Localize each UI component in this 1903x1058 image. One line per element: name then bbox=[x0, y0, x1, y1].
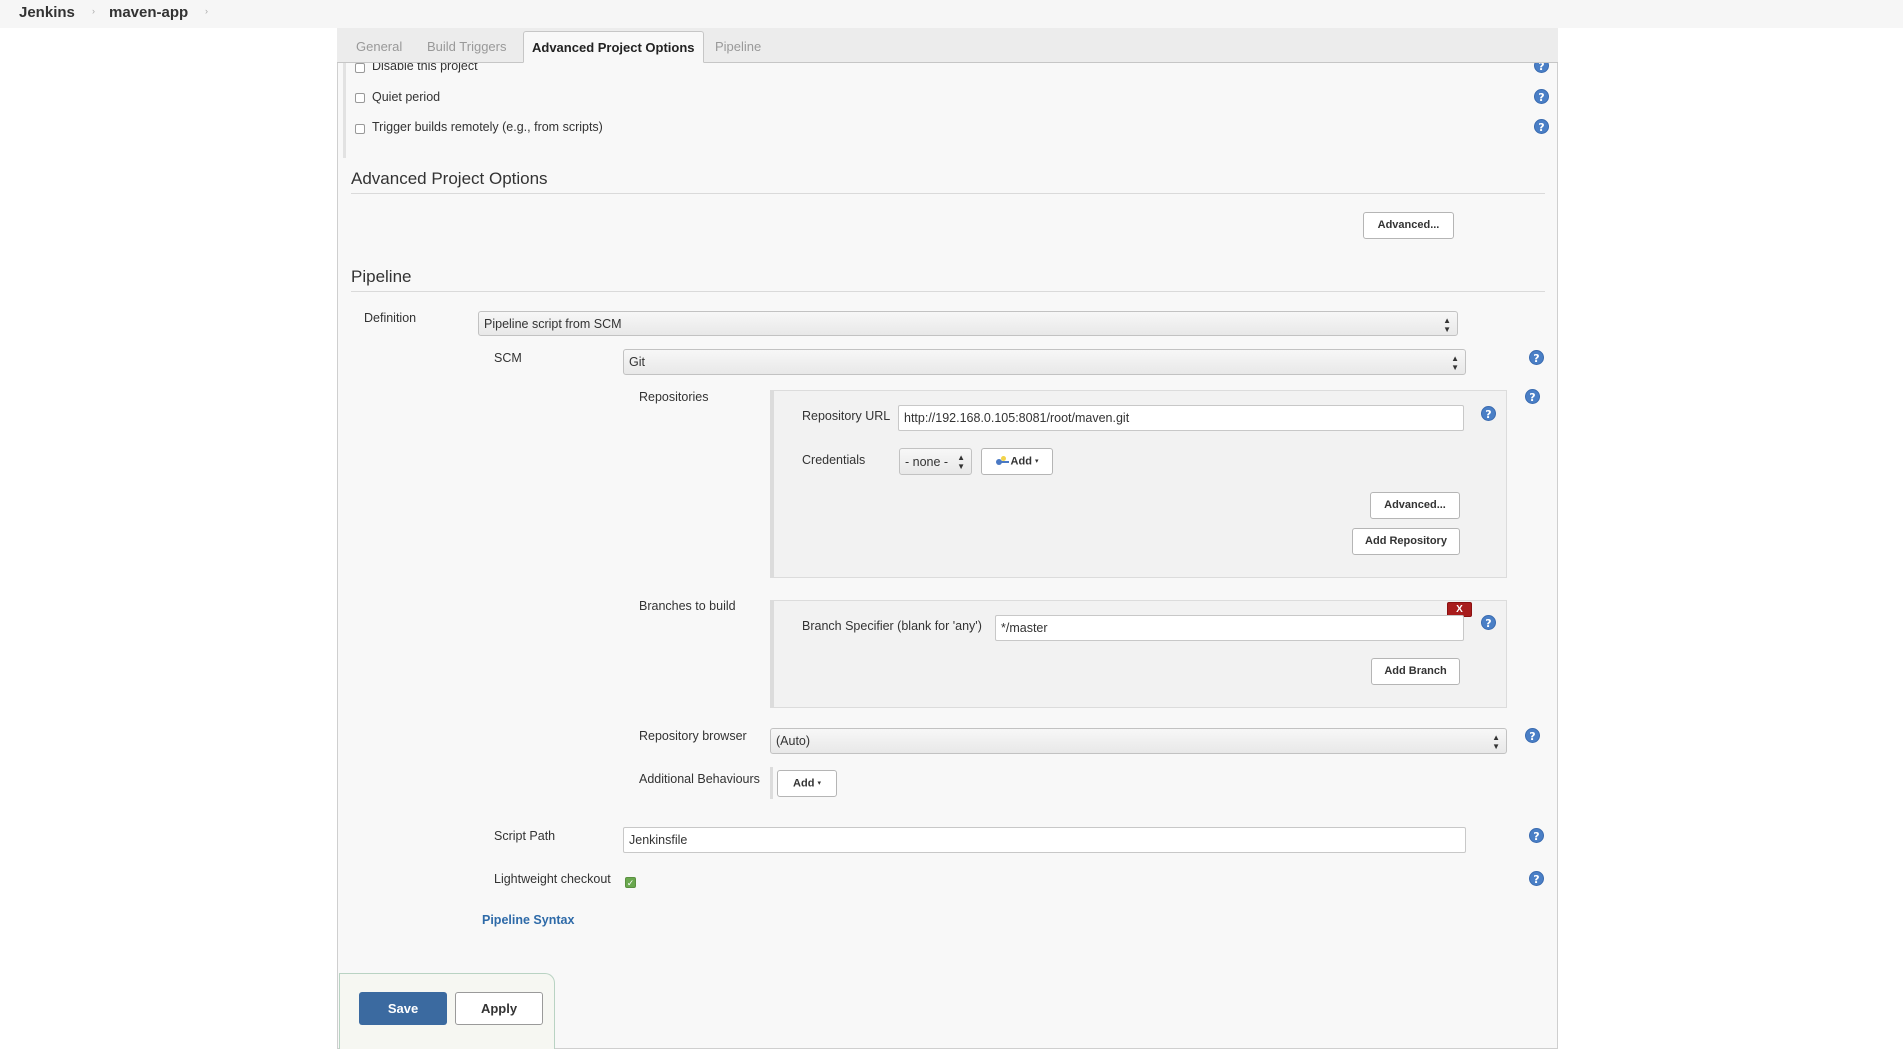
breadcrumb-bar: Jenkins › maven-app › bbox=[0, 0, 1903, 28]
script-path-input[interactable]: Jenkinsfile bbox=[623, 827, 1466, 853]
select-arrows-icon: ▲ ▼ bbox=[1492, 733, 1500, 751]
definition-value: Pipeline script from SCM bbox=[484, 317, 622, 331]
section-divider bbox=[351, 193, 1545, 194]
pipeline-heading: Pipeline bbox=[351, 267, 412, 286]
lightweight-checkout-label: Lightweight checkout bbox=[494, 872, 611, 886]
credentials-select[interactable]: - none - ▲ ▼ bbox=[899, 448, 972, 475]
section-rule bbox=[343, 63, 346, 158]
tab-bar: General Build Triggers Advanced Project … bbox=[337, 28, 1558, 63]
credentials-add-button[interactable]: Add ▾ bbox=[981, 448, 1053, 475]
additional-behaviours-add-button[interactable]: Add ▾ bbox=[777, 770, 837, 797]
lightweight-checkout-checkbox[interactable]: ✓ bbox=[625, 877, 636, 888]
disable-project-checkbox[interactable] bbox=[355, 63, 365, 73]
repositories-label: Repositories bbox=[639, 390, 709, 404]
breadcrumb-jenkins[interactable]: Jenkins bbox=[19, 4, 75, 21]
repository-browser-label: Repository browser bbox=[639, 729, 747, 743]
advanced-button[interactable]: Advanced... bbox=[1363, 212, 1454, 239]
select-arrows-icon: ▲ ▼ bbox=[1451, 354, 1459, 372]
tab-pipeline[interactable]: Pipeline bbox=[707, 31, 769, 63]
help-icon[interactable]: ? bbox=[1534, 89, 1549, 104]
repository-advanced-button[interactable]: Advanced... bbox=[1370, 492, 1460, 519]
scm-label: SCM bbox=[494, 351, 522, 365]
definition-label: Definition bbox=[364, 311, 417, 325]
help-icon[interactable]: ? bbox=[1529, 871, 1544, 886]
select-arrows-icon: ▲ ▼ bbox=[1443, 316, 1451, 334]
behaviours-rule bbox=[770, 767, 773, 799]
branch-specifier-input[interactable]: */master bbox=[995, 615, 1464, 641]
section-divider bbox=[351, 291, 1545, 292]
repository-url-label: Repository URL bbox=[802, 409, 891, 423]
breadcrumb-maven-app[interactable]: maven-app bbox=[109, 4, 188, 21]
help-icon[interactable]: ? bbox=[1525, 728, 1540, 743]
breadcrumb-separator-icon[interactable]: › bbox=[205, 6, 208, 16]
credentials-add-label: Add bbox=[1010, 455, 1032, 468]
add-repository-button[interactable]: Add Repository bbox=[1352, 528, 1460, 555]
breadcrumb-separator-icon: › bbox=[92, 6, 95, 16]
tab-advanced-project-options[interactable]: Advanced Project Options bbox=[523, 31, 704, 63]
tab-build-triggers[interactable]: Build Triggers bbox=[419, 31, 514, 63]
quiet-period-checkbox[interactable] bbox=[355, 93, 365, 103]
quiet-period-label: Quiet period bbox=[372, 90, 441, 104]
help-icon[interactable]: ? bbox=[1525, 389, 1540, 404]
additional-behaviours-label: Additional Behaviours bbox=[639, 772, 760, 786]
trigger-remotely-label: Trigger builds remotely (e.g., from scri… bbox=[372, 120, 603, 134]
help-icon[interactable]: ? bbox=[1481, 615, 1496, 630]
advanced-project-options-heading: Advanced Project Options bbox=[351, 169, 548, 188]
help-icon[interactable]: ? bbox=[1534, 119, 1549, 134]
pipeline-syntax-link[interactable]: Pipeline Syntax bbox=[482, 913, 574, 927]
key-icon bbox=[995, 455, 1010, 466]
credentials-value: - none - bbox=[905, 455, 949, 469]
tab-general[interactable]: General bbox=[348, 31, 410, 63]
apply-button[interactable]: Apply bbox=[455, 992, 543, 1025]
scm-select[interactable]: Git ▲ ▼ bbox=[623, 349, 1466, 375]
repository-browser-select[interactable]: (Auto) ▲ ▼ bbox=[770, 728, 1507, 754]
caret-down-icon: ▾ bbox=[1034, 458, 1039, 465]
help-icon[interactable]: ? bbox=[1529, 350, 1544, 365]
save-button[interactable]: Save bbox=[359, 992, 447, 1025]
script-path-label: Script Path bbox=[494, 829, 556, 843]
help-icon[interactable]: ? bbox=[1529, 828, 1544, 843]
definition-select[interactable]: Pipeline script from SCM ▲ ▼ bbox=[478, 311, 1458, 336]
repository-url-input[interactable]: http://192.168.0.105:8081/root/maven.git bbox=[898, 405, 1464, 431]
check-icon: ✓ bbox=[626, 878, 635, 888]
caret-down-icon: ▾ bbox=[817, 780, 821, 787]
branches-to-build-label: Branches to build bbox=[639, 599, 736, 613]
help-icon[interactable]: ? bbox=[1481, 406, 1496, 421]
additional-behaviours-add-label: Add bbox=[793, 777, 815, 790]
select-arrows-icon: ▲ ▼ bbox=[957, 453, 965, 471]
repository-browser-value: (Auto) bbox=[776, 734, 811, 748]
scm-value: Git bbox=[629, 355, 645, 369]
add-branch-button[interactable]: Add Branch bbox=[1371, 658, 1460, 685]
trigger-remotely-checkbox[interactable] bbox=[355, 124, 365, 134]
credentials-label: Credentials bbox=[802, 453, 866, 467]
branch-specifier-label: Branch Specifier (blank for 'any') bbox=[802, 619, 982, 633]
